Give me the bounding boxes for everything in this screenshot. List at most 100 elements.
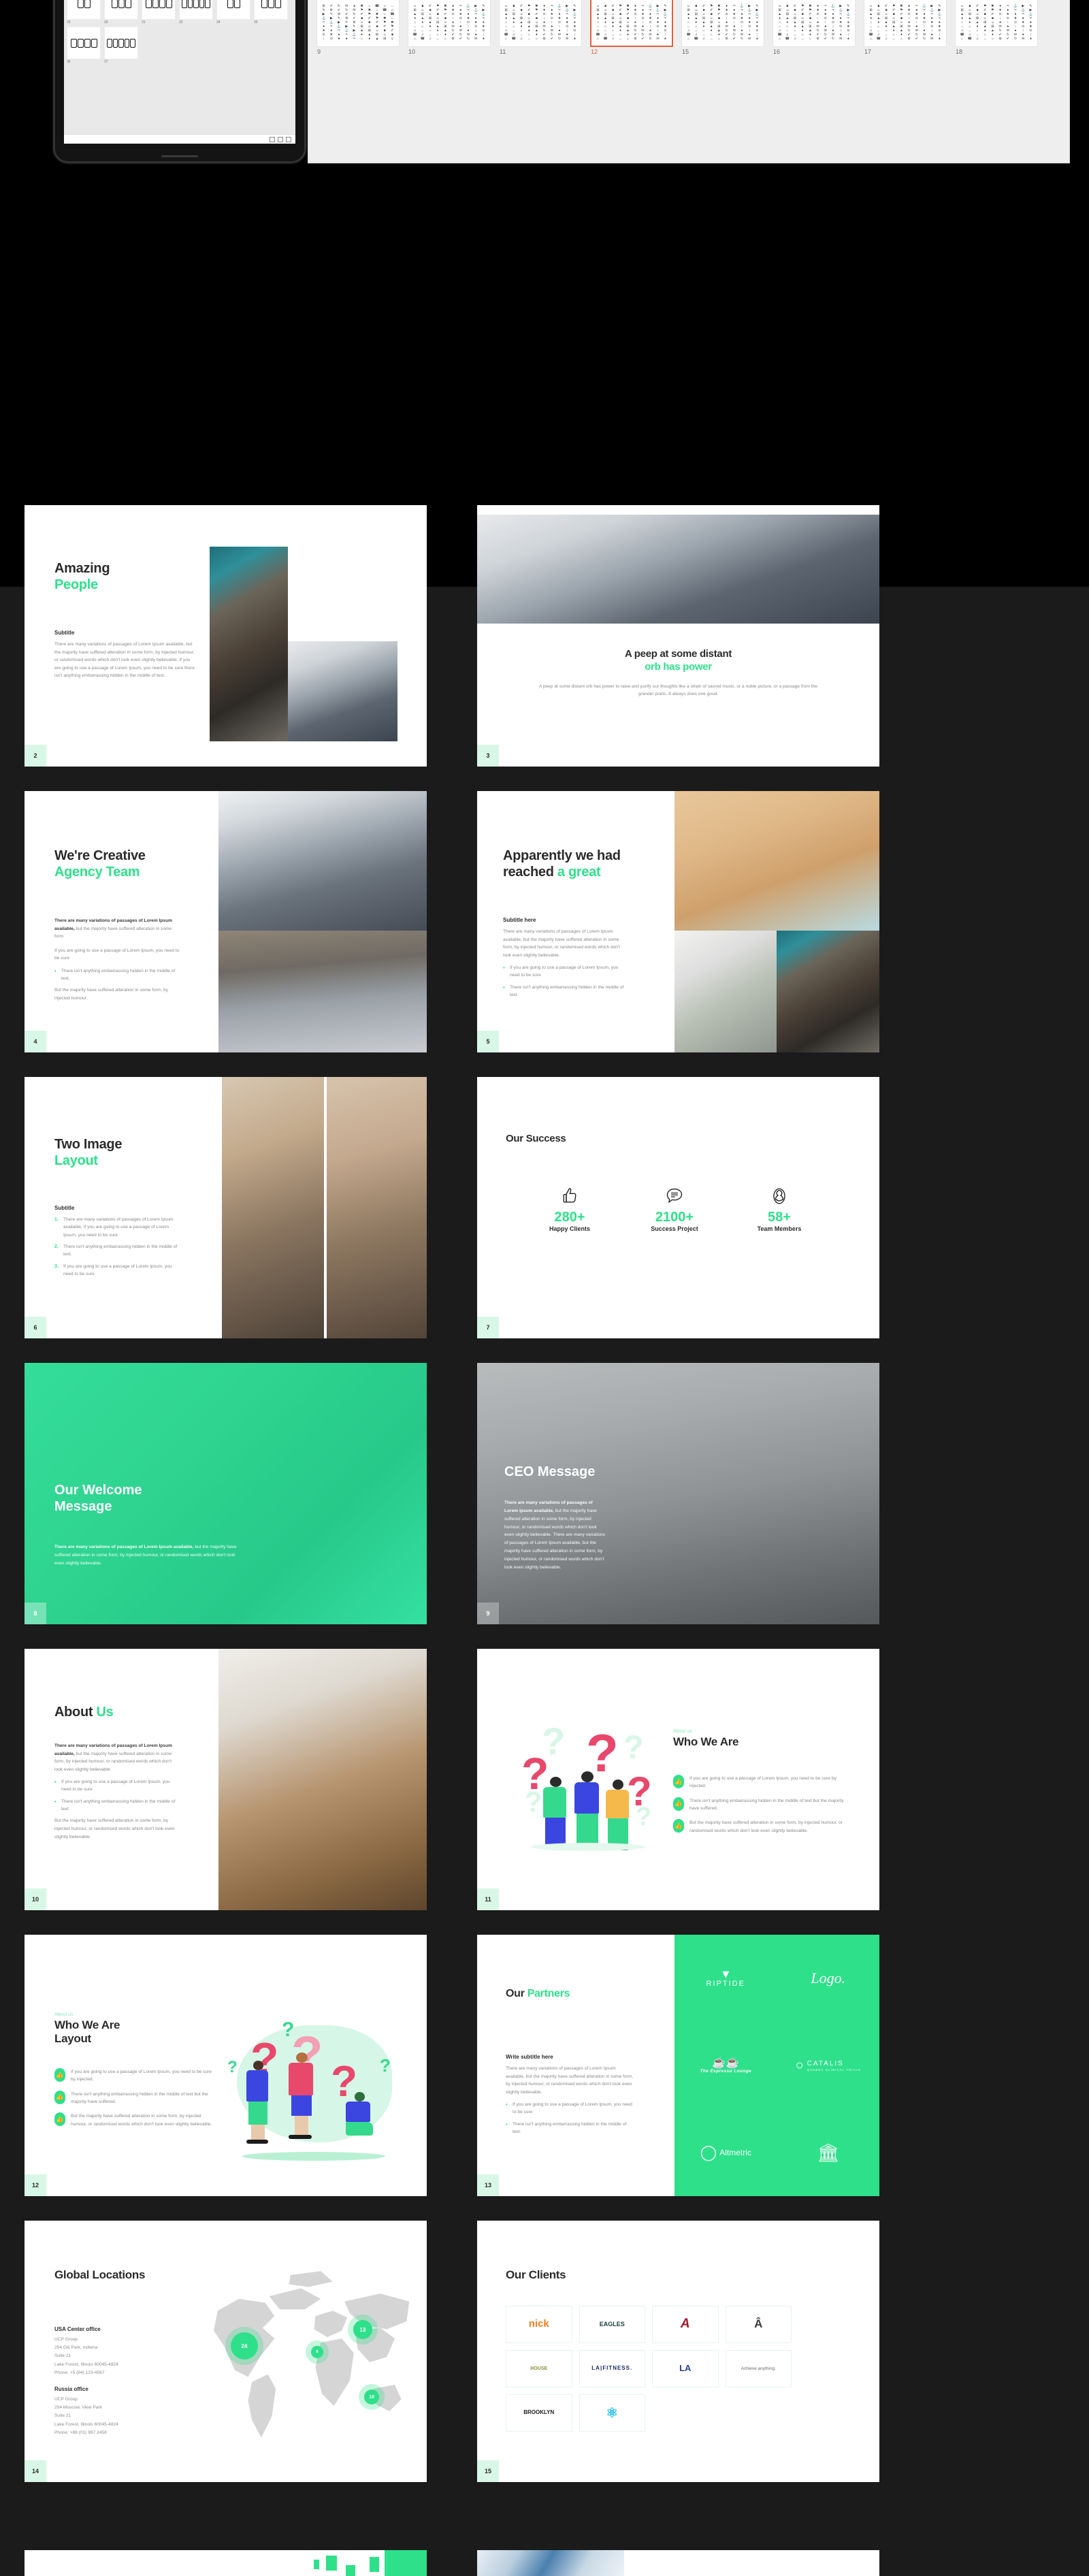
slide-card-16-partial[interactable] — [25, 2550, 427, 2576]
slide-photo-hero — [477, 515, 879, 624]
thumbnail-number: 18 — [956, 48, 963, 55]
office-address: UCP Group 254 Giti Park, Indiena Suite 2… — [54, 2337, 118, 2375]
slide-page-badge: 4 — [25, 1031, 46, 1052]
slide-card-4[interactable]: We're Creative Agency Team There are man… — [25, 791, 427, 1052]
list-item: There isn't anything embarrassing hidden… — [54, 1797, 178, 1814]
stat-success-project: 2100+ Success Project — [637, 1182, 712, 1232]
map-marker[interactable]: 24 — [231, 2332, 258, 2360]
powerpoint-window[interactable]: ⚙ ✔ ↻ ✉ ♠ ✖ ⌂ ☎ ♫ ↔ ✎ ⚙ ✔ ↻ ✉ ⚑ ✖ ⌂ ☎ ♫ ▶ ✎ ⚙ ✔ ↻ ✐ ⚑ ✖ ⌂ ☎ ⚓ ▶ ✎ ⚙ ✔ ■ ✐ ⚑ ✖ ⌂… — [308, 0, 1070, 163]
feature-text: If you are going to use a passage of Lor… — [689, 1776, 836, 1789]
list-item: There isn't anything embarrassing hidden… — [54, 967, 180, 983]
normal-view-icon[interactable] — [270, 136, 275, 142]
powerpoint-thumbnail-grid[interactable]: ⚙ ✔ ↻ ✉ ♠ ✖ ⌂ ☎ ♫ ↔ ✎ ⚙ ✔ ↻ ✉ ⚑ ✖ ⌂ ☎ ♫ ▶ ✎ ⚙ ✔ ↻ ✐ ⚑ ✖ ⌂ ☎ ⚓ ▶ ✎ ⚙ ✔ ■ ✐ ⚑ ✖ ⌂… — [310, 0, 1071, 157]
device-mockup-preview — [67, 0, 101, 20]
slide-card-11[interactable]: ? ? ? ? ? ? ? About us Who We Are 👍 If y… — [477, 1649, 879, 1910]
slide-card-12[interactable]: About us Who We Are Layout 👍 If you are g… — [25, 1935, 427, 2196]
tablet-screen[interactable]: FontParagraphDrawingEditing 234567810111… — [64, 0, 295, 144]
slide-bullets: If you are going to use a passage of Lor… — [506, 2100, 635, 2136]
slide-card-15[interactable]: Our Clients nick EAGLES A Â HOUSE LA|FIT… — [477, 2221, 879, 2482]
device-mockup-thumbnail[interactable]: 30 — [104, 0, 138, 25]
slide-card-17-partial[interactable] — [477, 2550, 879, 2576]
device-mockup-number: 31 — [142, 20, 146, 25]
powerpoint-thumbnail[interactable]: ☺ ■ ✐ ⚑ ✖ ● ✑ ⚓ ▶ ✎ ⊞ ☺ ■ ✐ ⚑ ★ ● ✑ ⚓ ▶ ▲ ⊞ ☺ ■ ✐ ⊙ ★ ● ✑ ⚓ ♦ ▲ ⊞ ☺ ■ ↕ ⊙ ★ ● ✑… — [499, 0, 582, 58]
thumbnail-preview: ☺ ■ ✐ ⚑ ✖ ● ✑ ⚓ ▶ ✎ ⊞ ☺ ■ ✐ ⚑ ★ ● ✑ ⚓ ▶ ▲ ⊞ ☺ ■ ✐ ⊙ ★ ● ✑ ⚓ ♦ ▲ ⊞ ☺ ■ ↕ ⊙ ★ ● ✑… — [864, 0, 947, 47]
device-mockup-preview — [67, 27, 101, 59]
device-mockup-thumbnail[interactable]: 36 — [67, 27, 101, 64]
slide-card-13[interactable]: Our Partners Write subtitle here There a… — [477, 1935, 879, 2196]
powerpoint-thumbnail[interactable]: ☺ ■ ✐ ⚑ ✖ ● ✑ ⚓ ▶ ✎ ⊞ ☺ ■ ✐ ⚑ ★ ● ✑ ⚓ ▶ ▲ ⊞ ☺ ■ ✐ ⊙ ★ ● ✑ ⚓ ♦ ▲ ⊞ ☺ ■ ↕ ⊙ ★ ● ✑… — [955, 0, 1038, 58]
device-mockup-number: 37 — [104, 60, 108, 64]
slide-card-7[interactable]: Our Success 280+ Happy Clients 2100+ Suc… — [477, 1077, 879, 1338]
slide-photo-stairs — [218, 931, 427, 1052]
slide-card-5[interactable]: Apparently we had reached a great Subtit… — [477, 791, 879, 1052]
slide-deck-next-row — [25, 2550, 879, 2576]
thumbnail-preview: ☺ ■ ✐ ⚑ ✖ ● ✑ ⚓ ▶ ✎ ⊞ ☺ ■ ✐ ⚑ ★ ● ✑ ⚓ ▶ ▲ ⊞ ☺ ■ ✐ ⊙ ★ ● ✑ ⚓ ♦ ▲ ⊞ ☺ ■ ↕ ⊙ ★ ● ✑… — [955, 0, 1038, 47]
thumbs-up-icon: 👍 — [54, 2090, 65, 2104]
list-item: There isn't anything embarrassing hidden… — [54, 1243, 178, 1257]
client-logo-achieve: Achieve anything. — [725, 2350, 792, 2387]
powerpoint-thumbnail[interactable]: ☺ ■ ✐ ⚑ ✖ ● ✑ ⚓ ▶ ✎ ⊞ ☺ ■ ✐ ⚑ ★ ● ✑ ⚓ ▶ ▲ ⊞ ☺ ■ ✐ ⊙ ★ ● ✑ ⚓ ♦ ▲ ⊞ ☺ ■ ↕ ⊙ ★ ● ✑… — [773, 0, 856, 58]
thumbs-up-icon: 👍 — [54, 2112, 65, 2127]
list-item: If you are going to use a passage of Lor… — [506, 2100, 635, 2116]
slide-card-6[interactable]: Two Image Layout Subtitle There are many… — [25, 1077, 427, 1338]
stat-label: Happy Clients — [549, 1225, 590, 1232]
slide-page-badge: 9 — [477, 1603, 499, 1624]
device-mockup-preview — [142, 0, 176, 20]
device-mockup-thumbnail[interactable]: 29 — [67, 0, 101, 25]
thumbnail-number: 11 — [500, 48, 506, 55]
slide-photo-man-coffee — [222, 1077, 324, 1338]
slide-photo-meeting — [288, 641, 397, 741]
powerpoint-mockup-region: ⚙ ✔ ↻ ✉ ♠ ✖ ⌂ ☎ ♫ ↔ ✎ ⚙ ✔ ↻ ✉ ⚑ ✖ ⌂ ☎ ♫ ▶ ✎ ⚙ ✔ ↻ ✐ ⚑ ✖ ⌂ ☎ ⚓ ▶ ✎ ⚙ ✔ ■ ✐ ⚑ ✖ ⌂… — [0, 0, 1089, 504]
slide-card-10[interactable]: About Us There are many variations of pa… — [25, 1649, 427, 1910]
home-indicator — [161, 155, 198, 157]
device-mockup-thumbnail[interactable]: 37 — [104, 27, 138, 64]
slide-card-2[interactable]: Amazing People Subtitle There are many v… — [25, 505, 427, 767]
slide-photo-desk — [674, 931, 777, 1052]
slide-page-badge: 5 — [477, 1031, 499, 1052]
map-marker[interactable]: 10 — [364, 2389, 379, 2404]
world-map-svg — [214, 2271, 410, 2438]
slide-title: Amazing People — [54, 561, 110, 592]
feature-text: If you are going to use a passage of Lor… — [71, 2070, 212, 2082]
slide-subtitle: Subtitle — [54, 630, 75, 636]
device-mockup-grid[interactable]: 2345678101112131415161819202122232426272… — [64, 0, 295, 68]
device-mockup-thumbnail[interactable]: 35 — [254, 0, 288, 25]
slide-card-3[interactable]: A peep at some distant orb has power A p… — [477, 505, 879, 767]
slide-bullets: There isn't anything embarrassing hidden… — [54, 967, 180, 983]
sky-photo — [477, 2550, 624, 2576]
slide-card-9[interactable]: CEO Message There are many variations of… — [477, 1363, 879, 1624]
partner-tagline: QUEBEC CLINICAL TRIALS — [807, 2067, 861, 2072]
feature-item: 👍 There isn't anything embarrassing hidd… — [54, 2090, 212, 2106]
map-marker[interactable]: 13 — [353, 2320, 372, 2339]
powerpoint-thumbnail[interactable]: ☺ ■ ✐ ⚑ ✖ ● ✑ ⚓ ▶ ✎ ⊞ ☺ ■ ✐ ⚑ ★ ● ✑ ⚓ ▶ ▲ ⊞ ☺ ■ ✐ ⊙ ★ ● ✑ ⚓ ♦ ▲ ⊞ ☺ ■ ↕ ⊙ ★ ● ✑… — [590, 0, 673, 58]
thumbnail-number: 9 — [317, 48, 321, 55]
slide-sorter-icon[interactable] — [278, 136, 283, 142]
device-mockup-thumbnail[interactable]: 32 — [179, 0, 213, 25]
thumbs-up-icon: 👍 — [54, 2068, 65, 2082]
slide-title: Who We Are — [673, 1735, 739, 1748]
client-logo-house: HOUSE — [506, 2350, 572, 2387]
device-mockup-thumbnail[interactable]: 34 — [216, 0, 250, 25]
powerpoint-thumbnail[interactable]: ☺ ■ ✐ ⚑ ✖ ● ✑ ⚓ ▶ ✎ ⊞ ☺ ■ ✐ ⚑ ★ ● ✑ ⚓ ▶ ▲ ⊞ ☺ ■ ✐ ⊙ ★ ● ✑ ⚓ ♦ ▲ ⊞ ☺ ■ ↕ ⊙ ★ ● ✑… — [864, 0, 947, 58]
slide-page-badge: 6 — [25, 1317, 46, 1338]
slide-card-14[interactable]: Global Locations USA Center office UCP G… — [25, 2221, 427, 2482]
slide-title: Global Locations — [54, 2268, 146, 2281]
partner-name: The Espresso Lounge — [700, 2068, 751, 2074]
map-marker[interactable]: 6 — [311, 2346, 323, 2358]
powerpoint-thumbnail[interactable]: ⚙ ✔ ↻ ✉ ♠ ✖ ⌂ ☎ ♫ ↔ ✎ ⚙ ✔ ↻ ✉ ⚑ ✖ ⌂ ☎ ♫ ▶ ✎ ⚙ ✔ ↻ ✐ ⚑ ✖ ⌂ ☎ ⚓ ▶ ✎ ⚙ ✔ ■ ✐ ⚑ ✖ ⌂… — [316, 0, 400, 58]
status-bar[interactable] — [64, 134, 295, 144]
list-item: If you are going to use a passage of Lor… — [503, 963, 629, 980]
slide-page-badge: 7 — [477, 1317, 499, 1338]
client-logo-atom: ⚛ — [579, 2394, 645, 2432]
thumbnail-number: 10 — [408, 48, 416, 55]
partner-name: Logo. — [811, 1969, 846, 1986]
slide-page-badge: 12 — [25, 2174, 46, 2196]
slide-card-8[interactable]: Our Welcome Message There are many variat… — [25, 1363, 427, 1624]
stat-value: 2100+ — [655, 1210, 694, 1225]
reading-view-icon[interactable] — [286, 136, 291, 142]
slide-body: There are many variations of passages of… — [54, 1543, 242, 1568]
powerpoint-thumbnail[interactable]: ☺ ■ ✐ ⚑ ✖ ● ✑ ⚓ ▶ ✎ ⊞ ☺ ■ ✐ ⚑ ★ ● ✑ ⚓ ▶ ▲ ⊞ ☺ ■ ✐ ⊙ ★ ● ✑ ⚓ ♦ ▲ ⊞ ☺ ■ ↕ ⊙ ★ ● ✑… — [408, 0, 491, 58]
device-mockup-thumbnail[interactable]: 31 — [142, 0, 176, 25]
slide-page-badge: 8 — [25, 1603, 46, 1624]
powerpoint-thumbnail[interactable]: ☺ ■ ✐ ⚑ ✖ ● ✑ ⚓ ▶ ✎ ⊞ ☺ ■ ✐ ⚑ ★ ● ✑ ⚓ ▶ ▲ ⊞ ☺ ■ ✐ ⊙ ★ ● ✑ ⚓ ♦ ▲ ⊞ ☺ ■ ↕ ⊙ ★ ● ✑… — [681, 0, 764, 58]
